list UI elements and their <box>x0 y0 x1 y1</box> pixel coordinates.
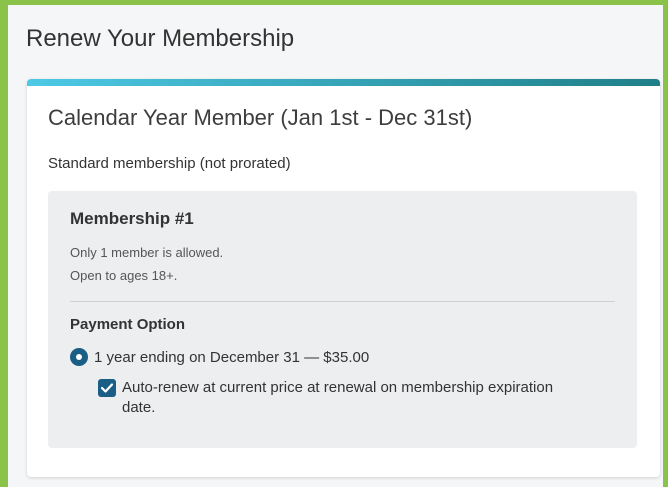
plan-subtitle: Standard membership (not prorated) <box>48 155 291 172</box>
payment-option-label: Payment Option <box>70 316 186 333</box>
card-accent-bar <box>27 79 660 86</box>
page-frame: Renew Your Membership Calendar Year Memb… <box>0 0 668 487</box>
auto-renew-label: Auto-renew at current price at renewal o… <box>122 379 554 416</box>
auto-renew-checkbox[interactable] <box>98 379 116 397</box>
payment-option-radio[interactable]: 1 year ending on December 31 — $35.00 <box>70 348 369 366</box>
divider <box>70 301 615 302</box>
checkmark-icon <box>101 383 113 393</box>
auto-renew-checkbox-row[interactable]: Auto-renew at current price at renewal o… <box>98 378 568 418</box>
plan-title: Calendar Year Member (Jan 1st - Dec 31st… <box>48 105 473 130</box>
membership-rule-members: Only 1 member is allowed. <box>70 245 224 260</box>
page-title: Renew Your Membership <box>26 25 295 52</box>
payment-option-text: 1 year ending on December 31 — $35.00 <box>94 348 370 366</box>
membership-card: Calendar Year Member (Jan 1st - Dec 31st… <box>27 79 660 477</box>
radio-dot <box>76 354 82 360</box>
membership-title: Membership #1 <box>70 209 194 228</box>
membership-rule-age: Open to ages 18+. <box>70 268 178 283</box>
radio-selected-icon[interactable] <box>70 348 88 366</box>
membership-box: Membership #1 Only 1 member is allowed. … <box>48 191 637 448</box>
